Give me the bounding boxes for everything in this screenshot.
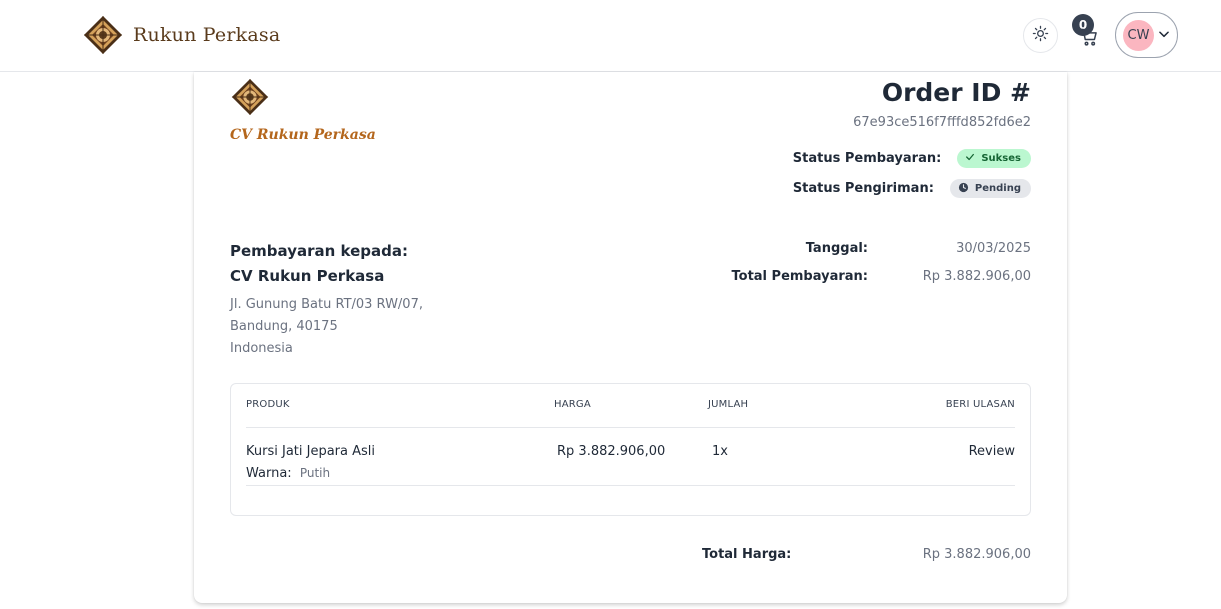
color-label: Warna: <box>246 466 292 481</box>
column-header-review: BERI ULASAN <box>945 399 1015 410</box>
bill-to-company: CV Rukun Perkasa <box>230 267 385 285</box>
column-header-price: HARGA <box>554 399 591 410</box>
brand-logo-icon <box>83 15 123 55</box>
total-payment-value: Rp 3.882.906,00 <box>922 269 1031 284</box>
shipping-status-text: Pending <box>974 183 1021 194</box>
chevron-down-icon <box>1157 26 1171 45</box>
address-line-2: Bandung, 40175 <box>230 319 338 334</box>
column-header-quantity: JUMLAH <box>708 399 749 410</box>
check-icon <box>965 152 975 165</box>
brand[interactable]: Rukun Perkasa <box>83 14 280 56</box>
payment-status-text: Sukses <box>981 153 1021 164</box>
payment-status-badge: Sukses <box>957 149 1031 168</box>
product-price: Rp 3.882.906,00 <box>557 444 666 459</box>
invoice-card: CV Rukun Perkasa Order ID # 67e93ce516f7… <box>194 72 1067 603</box>
company-logo-icon <box>230 78 270 116</box>
top-navbar: Rukun Perkasa 0 CW <box>0 0 1221 72</box>
payment-status-row: Status Pembayaran: Sukses <box>793 149 1031 168</box>
user-menu-button[interactable]: CW <box>1115 12 1178 58</box>
address-line-1: Jl. Gunung Batu RT/03 RW/07, <box>230 297 423 312</box>
review-link[interactable]: Review <box>969 444 1015 459</box>
color-value: Putih <box>299 466 331 480</box>
shipping-status-label: Status Pengiriman: <box>792 181 934 196</box>
product-name: Kursi Jati Jepara Asli <box>246 444 376 459</box>
clock-icon <box>958 182 969 196</box>
company-name-script: CV Rukun Perkasa <box>230 127 376 143</box>
cart-icon <box>1079 27 1099 51</box>
column-header-product: PRODUK <box>246 399 290 410</box>
payment-status-label: Status Pembayaran: <box>792 151 942 166</box>
product-quantity: 1x <box>712 444 728 459</box>
order-id: 67e93ce516f7fffd852fd6e2 <box>853 115 1031 130</box>
table-header-divider <box>246 427 1015 428</box>
cart-button[interactable]: 0 <box>1072 14 1102 48</box>
date-value: 30/03/2025 <box>956 241 1031 256</box>
product-color: Warna: Putih <box>246 466 330 481</box>
avatar: CW <box>1123 19 1154 51</box>
total-price-label: Total Harga: <box>702 547 792 562</box>
shipping-status-badge: Pending <box>949 179 1031 198</box>
order-title: Order ID # <box>881 78 1031 107</box>
order-items-table: PRODUK HARGA JUMLAH BERI ULASAN Kursi Ja… <box>230 383 1031 516</box>
table-row-divider <box>246 485 1015 486</box>
theme-toggle-button[interactable] <box>1023 18 1058 53</box>
shipping-status-row: Status Pengiriman: Pending <box>793 179 1031 198</box>
total-payment-label: Total Pembayaran: <box>731 269 869 284</box>
date-label: Tanggal: <box>805 241 868 256</box>
total-price-value: Rp 3.882.906,00 <box>922 547 1031 562</box>
sun-icon <box>1032 25 1049 46</box>
bill-to-label: Pembayaran kepada: <box>230 242 408 260</box>
brand-name: Rukun Perkasa <box>133 24 281 46</box>
address-line-3: Indonesia <box>230 341 293 356</box>
